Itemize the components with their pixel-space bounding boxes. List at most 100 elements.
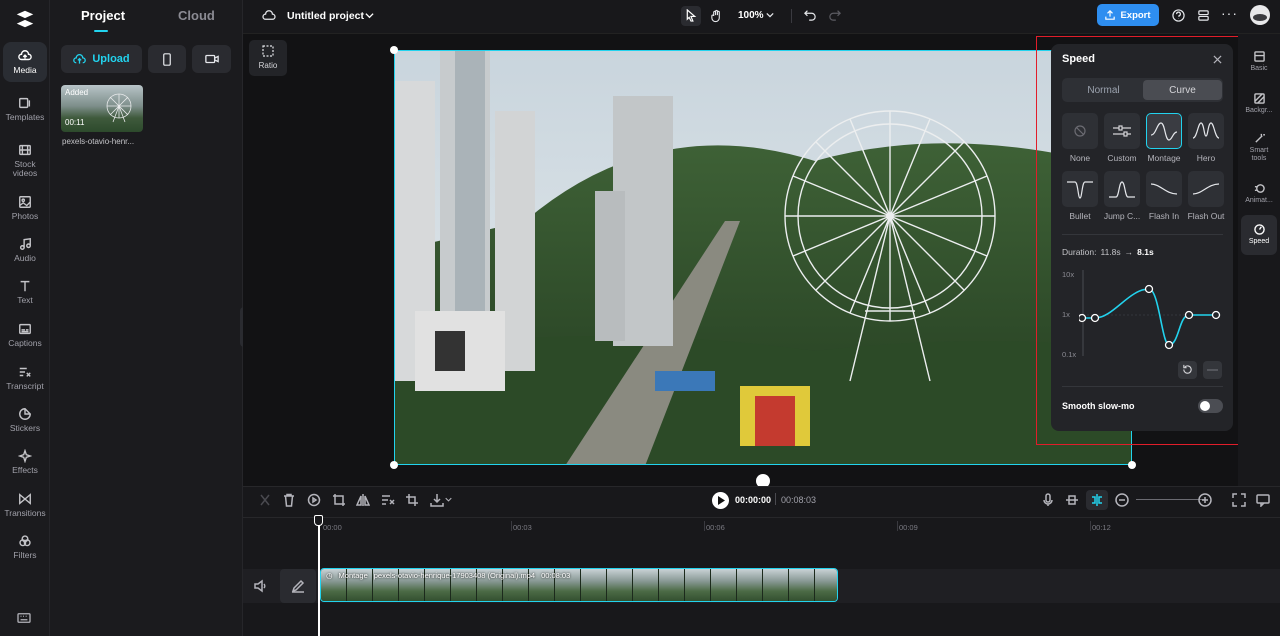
music-note-icon [19,237,31,250]
nav-item-transitions[interactable]: Transitions [3,485,47,525]
nav-item-stock-videos[interactable]: Stock videos [3,138,47,182]
keyboard-icon[interactable] [17,612,31,624]
playhead-handle[interactable] [314,515,323,526]
ratio-button[interactable]: Ratio [249,40,287,76]
clip-label: ◷ Montage pexels-otavio-henrique-1790340… [326,571,570,580]
curve-mode-button[interactable]: Curve [1143,80,1222,100]
cloud-icon [262,10,276,20]
normal-mode-button[interactable]: Normal [1064,80,1143,100]
nav-item-photos[interactable]: Photos [3,188,47,228]
link-icon[interactable] [1065,493,1079,507]
nav-item-stickers[interactable]: Stickers [3,400,47,440]
nav-item-audio[interactable]: Audio [3,230,47,270]
duration-row: Duration: 11.8s → 8.1s [1062,247,1154,257]
resize-handle-bottom-right[interactable] [1128,461,1136,469]
reset-icon [1183,364,1192,374]
text-icon [20,280,30,292]
tab-background[interactable]: Backgr... [1241,84,1277,124]
smooth-slowmo-toggle[interactable] [1198,399,1223,413]
upload-button[interactable]: Upload [61,45,142,73]
zoom-out-icon[interactable] [1115,493,1129,507]
download-chevron-icon[interactable] [445,497,452,502]
record-button[interactable] [192,45,231,73]
tab-cloud[interactable]: Cloud [178,8,215,23]
magnet-toggle[interactable] [1086,490,1108,510]
nav-item-text[interactable]: Text [3,272,47,312]
download-icon[interactable] [430,493,444,507]
tab-animation[interactable]: Animat... [1241,174,1277,214]
thumb-name: pexels-otavio-henr... [62,137,135,146]
select-tool-button[interactable] [681,6,701,26]
resize-handle-top-left[interactable] [390,46,398,54]
preset-label: Hero [1196,153,1216,163]
zoom-chevron-icon[interactable] [766,12,774,18]
play-button[interactable] [712,492,729,509]
upload-label: Upload [92,53,130,65]
tab-smart-tools[interactable]: Smart tools [1241,126,1277,170]
image-icon [19,196,31,208]
nav-item-transcript[interactable]: Transcript [3,358,47,398]
curve-point [1079,313,1087,323]
comment-icon[interactable] [1256,493,1270,507]
split-icon[interactable] [258,493,272,507]
nav-item-captions[interactable]: Captions [3,315,47,355]
curve-point [1144,284,1154,294]
basic-icon [1253,51,1265,62]
trim-icon[interactable] [405,493,419,507]
duration-to: 8.1s [1137,247,1154,257]
speed-panel: Speed Normal Curve None Custom Montage H… [1051,44,1233,431]
zoom-level[interactable]: 100% [738,10,764,21]
cover-button[interactable] [280,569,316,603]
playhead[interactable] [318,520,320,636]
layers-icon[interactable] [1197,9,1210,22]
preset-montage[interactable] [1146,113,1182,149]
preset-hero[interactable] [1188,113,1224,149]
delete-icon[interactable] [282,493,296,507]
redo-icon[interactable] [829,9,841,21]
cloud-upload-icon [18,50,32,61]
hand-icon[interactable] [710,9,723,23]
replace-icon[interactable] [307,493,321,507]
preset-none[interactable] [1062,113,1098,149]
zoom-in-icon[interactable] [1198,493,1212,507]
project-title[interactable]: Untitled project [287,10,364,22]
adjust-icon[interactable] [381,493,395,507]
timeline: 00:00:00 00:08:03 00:00 00:03 00:06 00:0… [243,486,1280,636]
preset-custom[interactable] [1104,113,1140,149]
preset-flash-out[interactable] [1188,171,1224,207]
tab-project[interactable]: Project [81,8,125,23]
more-options-icon[interactable]: ··· [1221,5,1238,21]
zoom-slider[interactable] [1136,499,1206,500]
preset-bullet[interactable] [1062,171,1098,207]
nav-item-filters[interactable]: Filters [3,527,47,567]
city-ferris-wheel-image [395,51,1131,464]
remove-point-button[interactable] [1203,361,1222,379]
tab-basic[interactable]: Basic [1241,42,1277,82]
microphone-icon[interactable] [1041,493,1055,507]
preset-jump-cut[interactable] [1104,171,1140,207]
fit-icon[interactable] [1232,493,1246,507]
phone-upload-button[interactable] [148,45,186,73]
speed-curve-graph[interactable] [1079,268,1225,358]
export-button[interactable]: Export [1097,4,1159,26]
nav-item-effects[interactable]: Effects [3,442,47,482]
tab-speed[interactable]: Speed [1241,215,1277,255]
preset-flash-in[interactable] [1146,171,1182,207]
close-icon[interactable] [1213,55,1222,64]
flip-icon[interactable] [356,493,370,507]
reset-curve-button[interactable] [1178,361,1197,379]
captions-icon [19,323,31,335]
nav-item-media[interactable]: Media [3,42,47,82]
video-preview[interactable] [394,50,1132,465]
duration-from: 11.8s [1100,247,1121,257]
resize-handle-bottom-left[interactable] [390,461,398,469]
chevron-down-icon[interactable] [365,12,374,19]
avatar[interactable] [1250,5,1270,25]
nav-item-templates[interactable]: Templates [3,89,47,129]
volume-icon[interactable] [254,579,268,593]
media-thumbnail[interactable]: Added 00:11 [61,85,143,132]
crop-icon[interactable] [332,493,346,507]
undo-icon[interactable] [804,9,816,21]
video-clip[interactable]: ◷ Montage pexels-otavio-henrique-1790340… [320,568,838,602]
help-icon[interactable] [1172,9,1185,22]
